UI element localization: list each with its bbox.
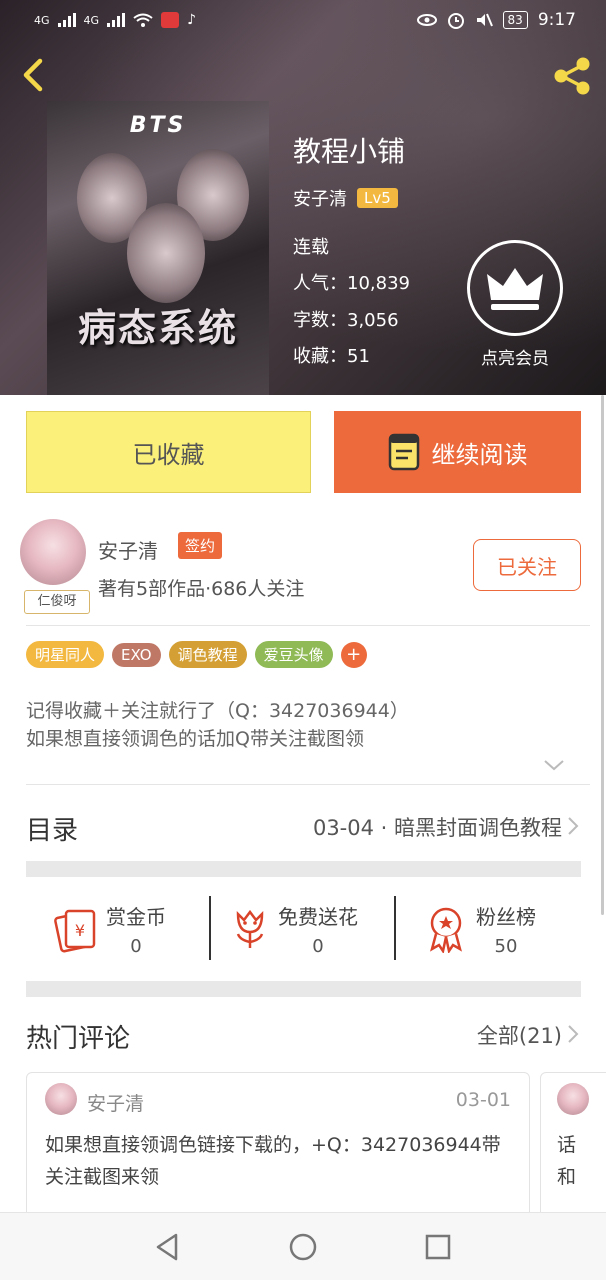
flower-icon xyxy=(236,909,264,948)
vip-button[interactable]: 点亮会员 xyxy=(466,240,564,369)
reward-flowers[interactable]: 免费送花 0 xyxy=(230,895,358,963)
tag-chip[interactable]: EXO xyxy=(112,642,161,667)
coin-envelope-icon: ¥ xyxy=(54,909,96,953)
reward-label: 赏金币 xyxy=(106,905,166,929)
comment-text: 如果想直接领调色链接下载的，+Q：3427036944带关注截图来领 xyxy=(45,1134,501,1188)
crown-icon xyxy=(487,268,543,310)
book-description: 记得收藏＋关注就行了（Q：3427036944） 如果想直接领调色的话加Q带关注… xyxy=(26,697,409,753)
comment-date: 03-01 xyxy=(455,1089,511,1111)
comment-text: 话 和 xyxy=(557,1129,576,1193)
book-author[interactable]: 安子清 xyxy=(293,185,347,211)
tag-chip[interactable]: 调色教程 xyxy=(168,641,247,668)
signal-icon-2: 4G xyxy=(83,13,100,27)
commenter-name[interactable]: 安子清 xyxy=(87,1089,144,1116)
nav-recents-icon[interactable] xyxy=(422,1231,454,1263)
reward-label: 免费送花 xyxy=(278,905,358,929)
book-cover[interactable]: BTS 病态系统 xyxy=(47,101,269,395)
section-separator xyxy=(26,861,581,877)
status-bar-right: 83 9:17 xyxy=(416,10,576,30)
share-icon[interactable] xyxy=(550,54,594,98)
reward-value: 0 xyxy=(130,936,142,957)
book-status: 连载 xyxy=(293,237,329,258)
clock: 9:17 xyxy=(537,10,576,30)
level-badge: Lv5 xyxy=(357,188,398,208)
author-name[interactable]: 安子清 xyxy=(98,535,158,564)
author-meta: 著有5部作品·686人关注 xyxy=(98,578,305,600)
tiktok-icon: ♪ xyxy=(187,12,196,28)
vip-circle xyxy=(467,240,563,336)
toc-label[interactable]: 目录 xyxy=(26,810,78,847)
signed-badge: 签约 xyxy=(178,532,223,559)
wifi-icon xyxy=(133,13,153,27)
follow-label: 已关注 xyxy=(497,554,557,579)
description-line: 如果想直接领调色的话加Q带关注截图领 xyxy=(26,728,364,750)
app-notification-icon xyxy=(161,12,180,28)
reward-value: 0 xyxy=(312,936,324,957)
reward-fan-ranking[interactable]: 粉丝榜 50 xyxy=(424,895,536,963)
chevron-right-icon[interactable] xyxy=(566,1023,580,1045)
comment-card[interactable]: 话 和 xyxy=(540,1072,606,1222)
status-bar: 4G 4G ♪ 83 9:17 xyxy=(0,0,606,46)
alarm-icon xyxy=(447,13,464,29)
expand-chevron-icon[interactable] xyxy=(542,757,566,773)
reward-label: 粉丝榜 xyxy=(476,905,536,929)
book-author-line: 安子清 Lv5 xyxy=(293,185,398,211)
follow-button[interactable]: 已关注 xyxy=(473,539,581,591)
divider xyxy=(209,896,211,960)
add-tag-icon[interactable]: + xyxy=(340,641,367,668)
book-word-count: 字数：3,056 xyxy=(293,310,399,331)
commenter-avatar[interactable] xyxy=(45,1083,77,1115)
mute-icon xyxy=(476,13,493,27)
tag-list: 明星同人 EXO 调色教程 爱豆头像 + xyxy=(26,641,367,668)
tag-chip[interactable]: 明星同人 xyxy=(26,641,105,668)
signal-bars-icon xyxy=(57,13,76,27)
hot-comments-title: 热门评论 xyxy=(26,1024,131,1054)
avatar-frame-tag: 仁俊呀 xyxy=(24,590,90,614)
book-icon xyxy=(388,433,419,471)
scrollbar[interactable] xyxy=(601,395,604,915)
comment-text-line: 和 xyxy=(557,1166,577,1188)
chevron-right-icon[interactable] xyxy=(566,815,580,837)
cover-title-text: BTS xyxy=(129,113,187,138)
toc-latest-chapter[interactable]: 03-04 · 暗黑封面调色教程 xyxy=(313,812,562,842)
all-comments-link[interactable]: 全部(21) xyxy=(477,1020,562,1050)
section-separator xyxy=(26,981,581,997)
divider xyxy=(26,625,590,626)
signal-icon: 4G xyxy=(34,13,50,27)
medal-icon xyxy=(430,907,462,953)
comment-card[interactable]: 安子清 03-01 如果想直接领调色链接下载的，+Q：3427036944带关注… xyxy=(26,1072,530,1222)
commenter-avatar[interactable] xyxy=(557,1083,589,1115)
divider xyxy=(394,896,396,960)
cover-big-text: 病态系统 xyxy=(77,306,238,350)
main-content: 已收藏 继续阅读 仁俊呀 安子清 签约 著有5部作品·686人关注 已关注 明星… xyxy=(0,395,606,1222)
eye-icon xyxy=(416,14,437,26)
system-nav-bar xyxy=(0,1212,606,1280)
nav-home-icon[interactable] xyxy=(287,1231,319,1263)
favorited-button[interactable]: 已收藏 xyxy=(26,411,311,493)
vip-label: 点亮会员 xyxy=(481,349,549,369)
battery-indicator: 83 xyxy=(502,11,528,29)
comment-text-line: 话 xyxy=(557,1134,577,1156)
book-popularity: 人气：10,839 xyxy=(293,273,410,294)
book-title: 教程小铺 xyxy=(293,135,406,168)
back-arrow-icon[interactable] xyxy=(18,58,48,92)
cover-figure xyxy=(127,203,205,303)
description-line: 记得收藏＋关注就行了（Q：3427036944） xyxy=(26,700,409,722)
divider xyxy=(26,784,590,785)
reward-value: 50 xyxy=(494,936,518,957)
reward-coins[interactable]: ¥ 赏金币 0 xyxy=(52,895,166,963)
status-bar-left: 4G 4G ♪ xyxy=(34,12,196,28)
book-favorites-count: 收藏：51 xyxy=(293,346,370,367)
favorited-label: 已收藏 xyxy=(132,440,205,469)
svg-text:¥: ¥ xyxy=(75,921,85,940)
author-avatar[interactable] xyxy=(20,519,86,585)
nav-back-icon[interactable] xyxy=(152,1231,184,1263)
tag-chip[interactable]: 爱豆头像 xyxy=(254,641,333,668)
signal-bars-icon-2 xyxy=(107,13,126,27)
continue-reading-button[interactable]: 继续阅读 xyxy=(334,411,581,493)
continue-reading-label: 继续阅读 xyxy=(431,440,528,469)
